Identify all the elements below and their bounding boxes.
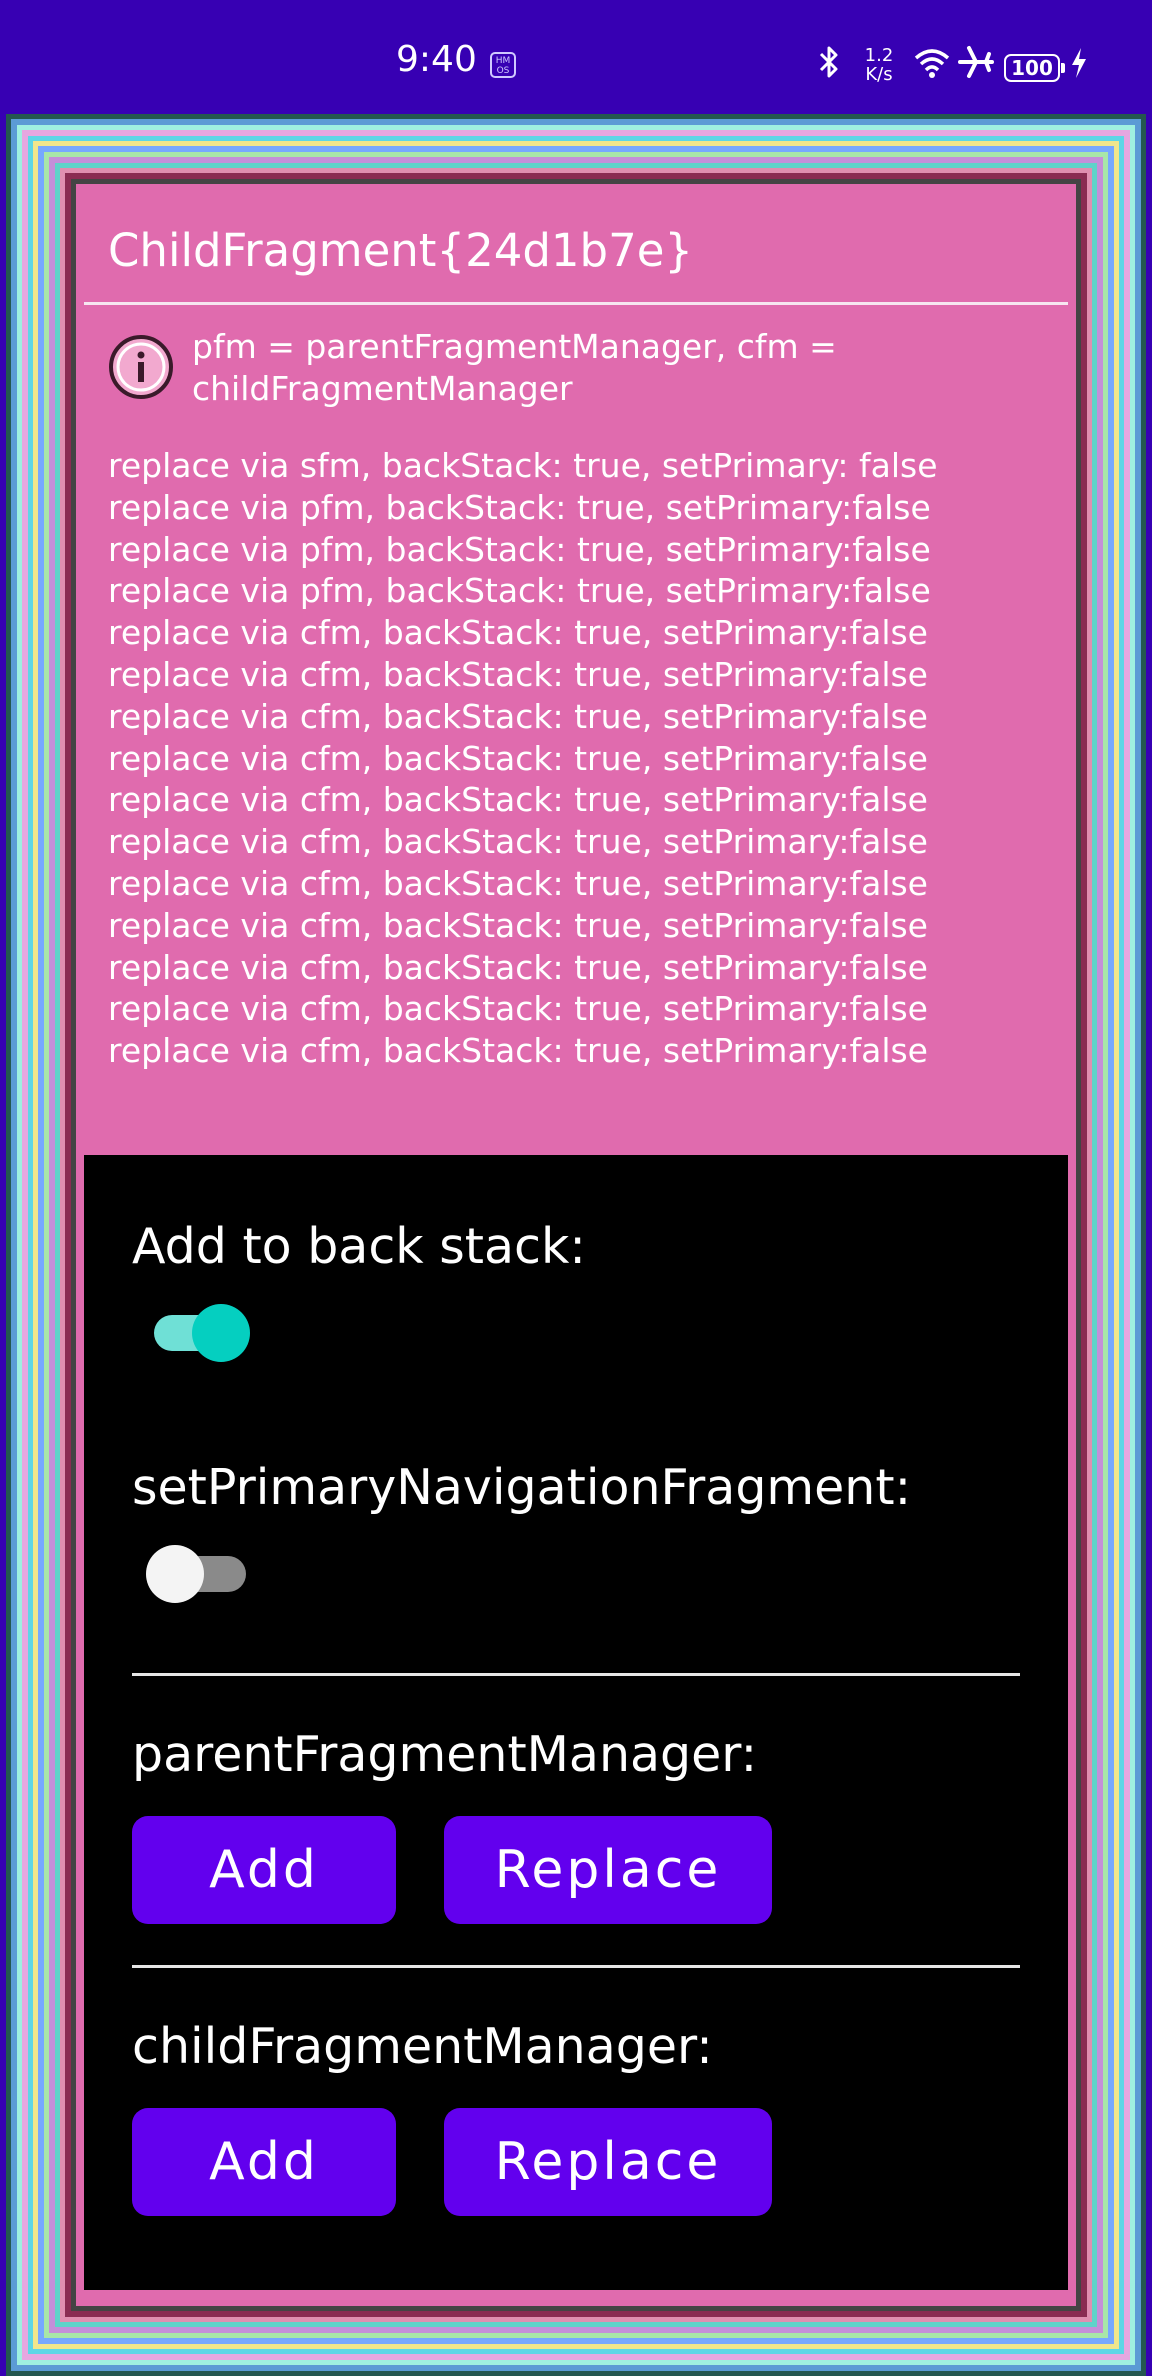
- status-bar: 9:40 HM OS 1.2 K/s 100: [0, 0, 1152, 112]
- log-line: replace via cfm, backStack: true, setPri…: [108, 780, 928, 820]
- child-add-button[interactable]: Add: [132, 2108, 396, 2216]
- child-fragment-manager-label: childFragmentManager:: [132, 2018, 713, 2075]
- parent-replace-button[interactable]: Replace: [444, 1816, 772, 1924]
- info-text: pfm = parentFragmentManager, cfm = child…: [192, 327, 837, 408]
- divider: [132, 1673, 1020, 1676]
- parent-add-button[interactable]: Add: [132, 1816, 396, 1924]
- network-speed-value: 1.2: [864, 45, 894, 66]
- switch-thumb: [146, 1545, 204, 1603]
- info-icon: [109, 335, 173, 399]
- airplane-icon: [958, 46, 994, 78]
- network-speed: 1.2 K/s: [858, 46, 900, 86]
- log-line: replace via cfm, backStack: true, setPri…: [108, 613, 928, 653]
- log-line: replace via cfm, backStack: true, setPri…: [108, 1031, 928, 1071]
- log-line: replace via cfm, backStack: true, setPri…: [108, 654, 928, 694]
- hmos-badge-icon: HM OS: [490, 52, 516, 78]
- log-line: replace via cfm, backStack: true, setPri…: [108, 905, 928, 945]
- log-line: replace via cfm, backStack: true, setPri…: [108, 696, 928, 736]
- status-time: 9:40: [396, 39, 477, 80]
- log-line: replace via cfm, backStack: true, setPri…: [108, 822, 928, 862]
- battery-icon: 100: [1004, 54, 1065, 82]
- log-area: pfm = parentFragmentManager, cfm = child…: [84, 305, 1068, 1165]
- controls-panel: Add to back stack: setPrimaryNavigationF…: [84, 1155, 1068, 2290]
- log-line: replace via cfm, backStack: true, setPri…: [108, 738, 928, 778]
- primary-navigation-label: setPrimaryNavigationFragment:: [132, 1459, 912, 1516]
- charging-icon: [1072, 48, 1086, 78]
- primary-navigation-switch[interactable]: [146, 1537, 256, 1603]
- parent-fragment-manager-label: parentFragmentManager:: [132, 1726, 758, 1783]
- wifi-icon: [914, 49, 950, 78]
- network-speed-unit: K/s: [865, 64, 893, 85]
- child-replace-button[interactable]: Replace: [444, 2108, 772, 2216]
- switch-thumb: [192, 1304, 250, 1362]
- fragment-header: ChildFragment{24d1b7e}: [84, 190, 1068, 306]
- back-stack-switch[interactable]: [146, 1296, 256, 1362]
- log-line: replace via cfm, backStack: true, setPri…: [108, 863, 928, 903]
- log-line: replace via pfm, backStack: true, setPri…: [108, 571, 931, 611]
- operation-log: replace via sfm, backStack: true, setPri…: [108, 445, 1048, 1072]
- log-line: replace via cfm, backStack: true, setPri…: [108, 989, 928, 1029]
- back-stack-label: Add to back stack:: [132, 1218, 586, 1275]
- log-line: replace via pfm, backStack: true, setPri…: [108, 529, 931, 569]
- log-line: replace via pfm, backStack: true, setPri…: [108, 487, 931, 527]
- log-line: replace via cfm, backStack: true, setPri…: [108, 947, 928, 987]
- bluetooth-icon: [819, 46, 838, 78]
- log-line: replace via sfm, backStack: true, setPri…: [108, 446, 938, 485]
- divider: [132, 1965, 1020, 1968]
- child-fragment-card: ChildFragment{24d1b7e} pfm = parentFragm…: [84, 190, 1068, 2290]
- fragment-title: ChildFragment{24d1b7e}: [108, 224, 694, 277]
